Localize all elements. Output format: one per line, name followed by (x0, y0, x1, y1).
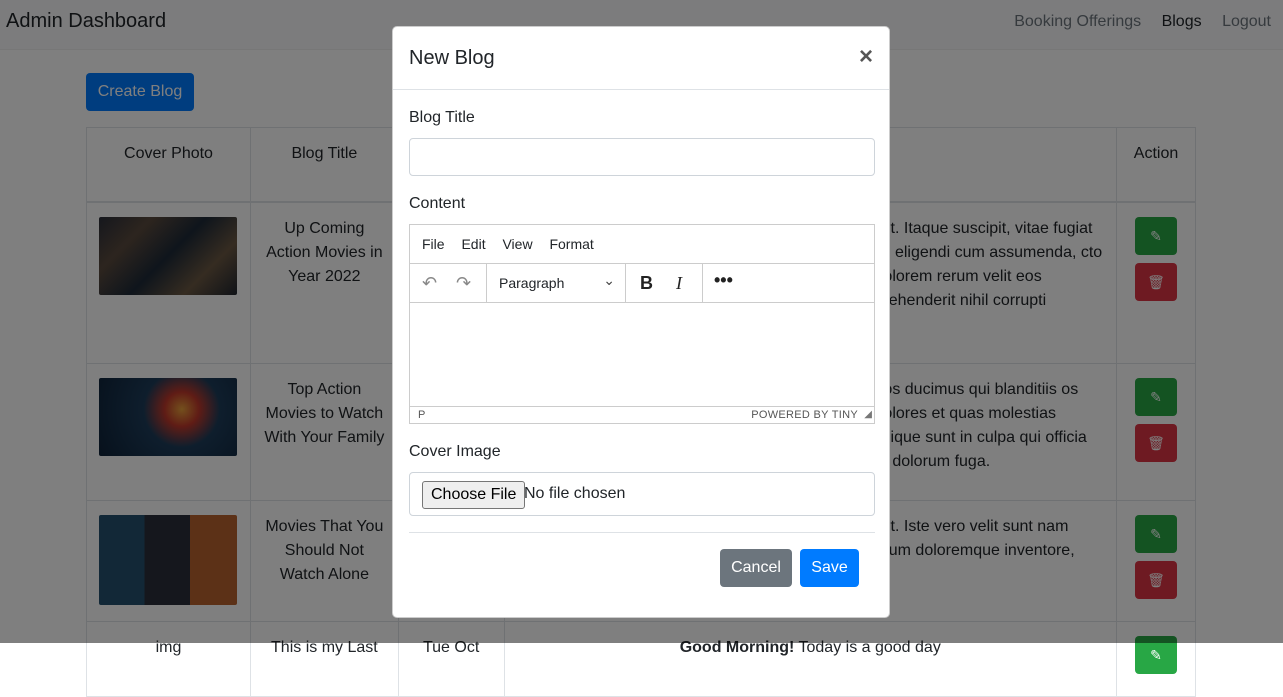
modal-title: New Blog (409, 47, 495, 69)
menu-format[interactable]: Format (549, 236, 593, 252)
more-icon[interactable]: ••• (714, 270, 733, 291)
redo-icon[interactable]: ↷ (456, 273, 471, 294)
editor-menubar: File Edit View Format (410, 225, 874, 264)
bold-icon[interactable]: B (640, 273, 653, 294)
block-format-select[interactable]: Paragraph ⌄ (487, 264, 626, 302)
undo-icon[interactable]: ↶ (422, 273, 437, 294)
editor-statusbar: P POWERED BY TINY ◢ (410, 406, 874, 423)
cover-image-input[interactable]: Choose File No file chosen (409, 472, 875, 516)
content-label: Content (409, 195, 466, 212)
element-path[interactable]: P (418, 409, 425, 421)
rich-text-editor: File Edit View Format ↶ ↷ Paragraph ⌄ B … (409, 224, 875, 424)
menu-view[interactable]: View (502, 236, 532, 252)
resize-handle-icon[interactable]: ◢ (864, 409, 872, 420)
editor-body[interactable] (410, 303, 874, 406)
modal-divider (409, 532, 875, 533)
italic-icon[interactable]: I (676, 273, 682, 294)
close-icon[interactable]: × (859, 43, 873, 71)
cover-image-label: Cover Image (409, 443, 501, 460)
modal-header: New Blog × (393, 27, 889, 90)
save-button[interactable]: Save (800, 549, 859, 587)
tiny-branding[interactable]: POWERED BY TINY (751, 409, 858, 421)
choose-file-button[interactable]: Choose File (422, 481, 526, 509)
block-format-value: Paragraph (499, 275, 565, 291)
edit-icon: ✎ (1150, 647, 1162, 663)
new-blog-modal: New Blog × Blog Title Content File Edit … (392, 26, 890, 618)
editor-toolbar: ↶ ↷ Paragraph ⌄ B I ••• (410, 264, 874, 303)
menu-edit[interactable]: Edit (461, 236, 485, 252)
no-file-text: No file chosen (524, 485, 626, 502)
blog-title-label: Blog Title (409, 109, 475, 126)
menu-file[interactable]: File (422, 236, 445, 252)
blog-title-input[interactable] (409, 138, 875, 176)
cancel-button[interactable]: Cancel (720, 549, 792, 587)
chevron-down-icon: ⌄ (603, 272, 615, 288)
